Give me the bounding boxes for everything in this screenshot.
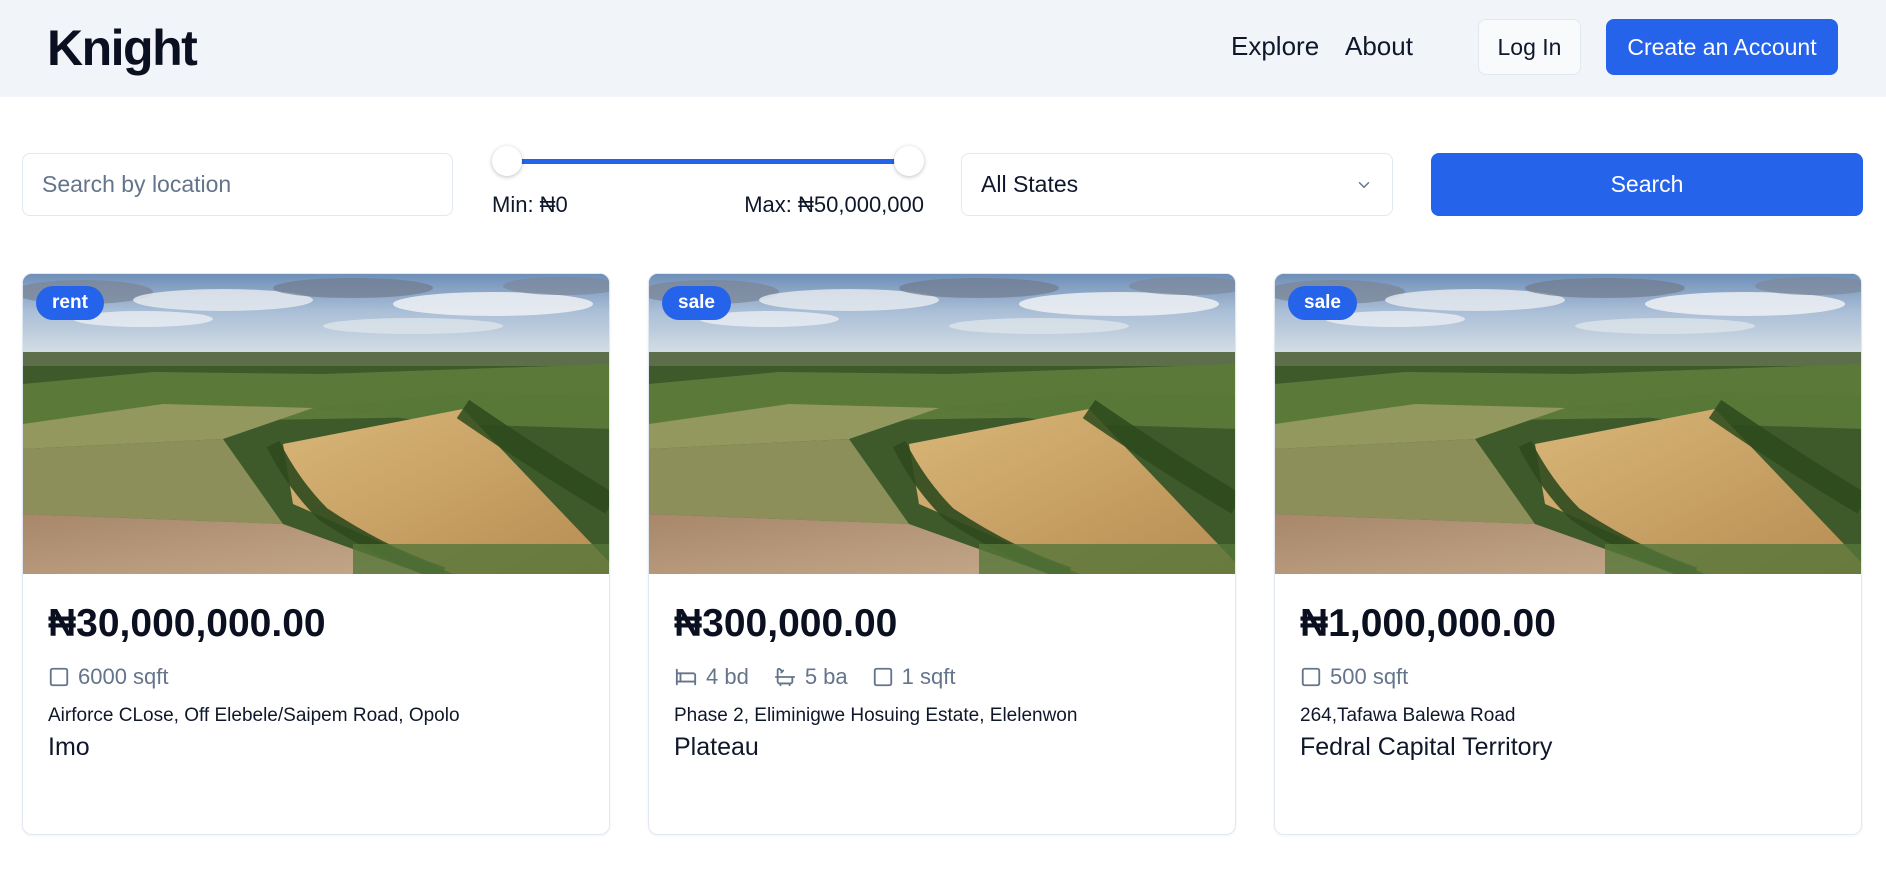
- price-min-handle[interactable]: [492, 146, 522, 176]
- listing-features: 6000 sqft: [48, 664, 169, 690]
- state-select-value: All States: [981, 171, 1079, 197]
- create-account-button[interactable]: Create an Account: [1606, 19, 1838, 75]
- feature-beds: 4 bd: [674, 664, 749, 690]
- price-range-track[interactable]: [506, 159, 906, 164]
- listing-address: 264,Tafawa Balewa Road: [1300, 705, 1516, 726]
- listing-price: ₦30,000,000.00: [48, 602, 326, 645]
- listing-features: 500 sqft: [1300, 664, 1408, 690]
- listing-state: Fedral Capital Territory: [1300, 733, 1553, 761]
- sqft-value: 500 sqft: [1330, 664, 1409, 689]
- nav-explore-link[interactable]: Explore: [1231, 30, 1319, 62]
- listing-price: ₦300,000.00: [674, 602, 898, 645]
- top-nav-bar: Knight Explore About Log In Create an Ac…: [0, 0, 1886, 97]
- price-range-slider[interactable]: Min: ₦0 Max: ₦50,000,000: [492, 146, 924, 228]
- feature-baths: 5 ba: [773, 664, 848, 690]
- listing-type-badge: rent: [36, 286, 104, 320]
- sqft-value: 1 sqft: [901, 664, 956, 689]
- listing-image: [1275, 274, 1862, 574]
- beds-value: 4 bd: [706, 664, 749, 689]
- sqft-value: 6000 sqft: [78, 664, 169, 689]
- listing-address: Airforce CLose, Off Elebele/Saipem Road,…: [48, 705, 460, 726]
- square-icon: [1301, 667, 1321, 687]
- location-search-input[interactable]: [22, 153, 453, 216]
- chevron-down-icon: [1358, 181, 1370, 188]
- listing-price: ₦1,000,000.00: [1300, 602, 1556, 645]
- listing-type-badge: sale: [1288, 286, 1357, 320]
- bed-icon: [675, 668, 697, 686]
- listing-state: Imo: [48, 733, 90, 761]
- square-icon: [873, 667, 892, 687]
- bathtub-icon: [774, 667, 795, 687]
- price-max-label: Max: ₦50,000,000: [744, 192, 924, 217]
- price-min-label: Min: ₦0: [492, 192, 568, 217]
- listing-card[interactable]: sale ₦1,000,000.00 500 sqft 264,Tafawa B…: [1274, 273, 1862, 835]
- feature-sqft: 1 sqft: [872, 664, 956, 690]
- listing-card[interactable]: sale ₦300,000.00 4 bd 5 ba 1 sqft Phase …: [648, 273, 1236, 835]
- logo[interactable]: Knight: [47, 20, 198, 76]
- listing-type-badge: sale: [662, 286, 731, 320]
- listing-card[interactable]: rent ₦30,000,000.00 6000 sqft Airforce C…: [22, 273, 610, 835]
- baths-value: 5 ba: [804, 664, 848, 689]
- state-select[interactable]: All States: [961, 153, 1393, 216]
- listing-state: Plateau: [674, 733, 759, 761]
- price-max-handle[interactable]: [894, 146, 924, 176]
- feature-sqft: 500 sqft: [1300, 664, 1408, 690]
- square-icon: [49, 667, 69, 687]
- listing-image: [23, 274, 610, 574]
- listing-address: Phase 2, Eliminigwe Hosuing Estate, Elel…: [674, 705, 1078, 726]
- listing-features: 4 bd 5 ba 1 sqft: [674, 664, 955, 690]
- feature-sqft: 6000 sqft: [48, 664, 169, 690]
- search-button[interactable]: Search: [1431, 153, 1863, 216]
- nav-about-link[interactable]: About: [1345, 30, 1413, 62]
- listing-image: [649, 274, 1236, 574]
- log-in-button[interactable]: Log In: [1478, 19, 1581, 75]
